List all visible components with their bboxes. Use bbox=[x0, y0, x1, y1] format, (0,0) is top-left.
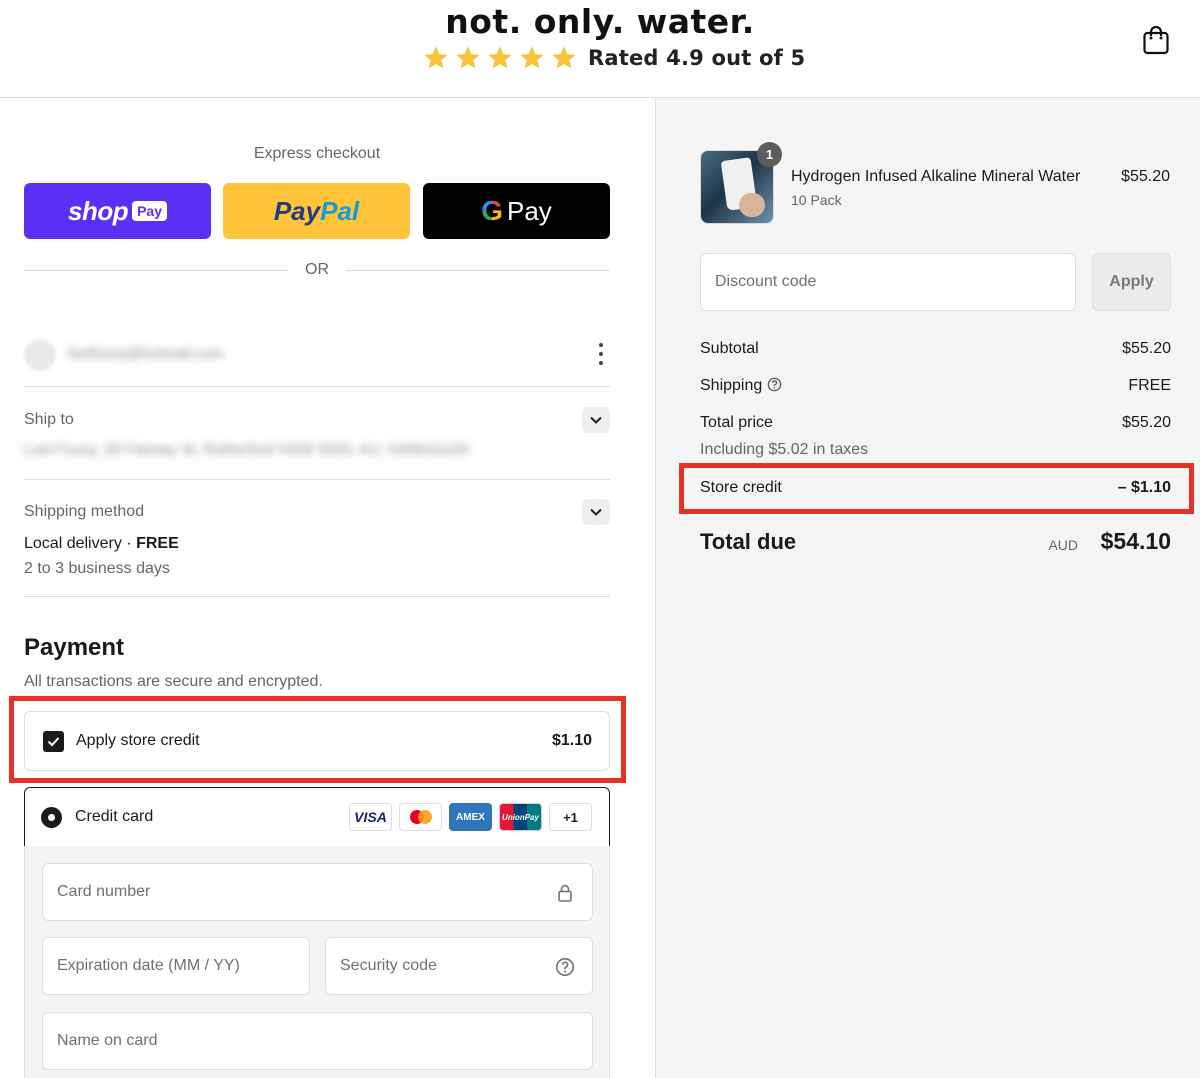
total-due-currency: AUD bbox=[1048, 537, 1078, 553]
lock-icon bbox=[558, 884, 572, 902]
rating-text: Rated 4.9 out of 5 bbox=[588, 46, 806, 70]
store-credit-option[interactable]: Apply store credit $1.10 bbox=[24, 711, 610, 771]
shipping-method-expand-button[interactable] bbox=[582, 499, 610, 525]
help-circle-icon[interactable] bbox=[555, 957, 575, 977]
shipping-address: Last Fuzzy, 28 Fairway St, Rutherford NS… bbox=[24, 441, 470, 458]
expiration-date-field[interactable]: Expiration date (MM / YY) bbox=[42, 937, 310, 995]
card-logos: VISA AMEX UnionPay +1 bbox=[342, 803, 592, 831]
shop-pay-button[interactable]: shop Pay bbox=[24, 183, 211, 239]
payment-subtitle: All transactions are secure and encrypte… bbox=[24, 673, 323, 690]
total-due-label: Total due bbox=[700, 529, 797, 554]
star-icon bbox=[552, 46, 576, 69]
ship-to-label: Ship to bbox=[24, 411, 74, 428]
store-credit-label: Apply store credit bbox=[76, 732, 200, 749]
visa-icon: VISA bbox=[349, 803, 392, 831]
total-price-value: $55.20 bbox=[1122, 414, 1171, 431]
avatar bbox=[24, 339, 56, 371]
ship-to-expand-button[interactable] bbox=[582, 407, 610, 433]
store-credit-summary-label: Store credit bbox=[700, 479, 782, 496]
shipping-method-value: Local delivery · FREE bbox=[24, 535, 179, 552]
subtotal-label: Subtotal bbox=[700, 340, 759, 357]
shop-pay-badge: Pay bbox=[132, 201, 168, 221]
total-due-value: $54.10 bbox=[1100, 528, 1171, 554]
brand-logo[interactable]: not. only. water. bbox=[0, 2, 1200, 41]
payment-title: Payment bbox=[24, 634, 125, 661]
discount-code-input[interactable]: Discount code bbox=[700, 253, 1076, 311]
express-checkout-title: Express checkout bbox=[253, 145, 381, 162]
help-circle-icon[interactable] bbox=[767, 377, 782, 392]
shipping-value: FREE bbox=[1128, 377, 1171, 394]
chevron-down-icon bbox=[590, 416, 602, 424]
apply-discount-button[interactable]: Apply bbox=[1092, 253, 1171, 311]
rating: Rated 4.9 out of 5 bbox=[422, 44, 805, 72]
checkmark-icon bbox=[47, 737, 60, 747]
credit-card-label: Credit card bbox=[75, 808, 154, 825]
shopping-bag-icon[interactable] bbox=[1141, 24, 1171, 56]
shop-pay-logo: shop bbox=[67, 195, 129, 226]
amex-icon: AMEX bbox=[449, 803, 492, 831]
product-variant: 10 Pack bbox=[791, 192, 842, 208]
product-price: $55.20 bbox=[1121, 168, 1170, 185]
ship-to-section: Ship to Last Fuzzy, 28 Fairway St, Ruthe… bbox=[24, 388, 610, 480]
credit-card-option[interactable]: Credit card VISA AMEX UnionPay +1 bbox=[24, 787, 610, 847]
paypal-button[interactable]: PayPal bbox=[223, 183, 410, 239]
shipping-label: Shipping bbox=[700, 377, 763, 394]
taxes-note: Including $5.02 in taxes bbox=[700, 441, 869, 458]
subtotal-value: $55.20 bbox=[1122, 340, 1171, 357]
total-due-row: Total due AUD $54.10 bbox=[700, 527, 1171, 561]
store-credit-amount: $1.10 bbox=[551, 732, 592, 749]
product-name: Hydrogen Infused Alkaline Mineral Water bbox=[791, 168, 1081, 185]
star-icon bbox=[520, 46, 544, 69]
paypal-logo: PayPal bbox=[273, 195, 360, 226]
shipping-method-section: Shipping method Local delivery · FREE 2 … bbox=[24, 481, 610, 597]
more-cards-badge: +1 bbox=[549, 803, 592, 831]
store-credit-row: Store credit – $1.10 bbox=[700, 479, 1171, 497]
store-credit-checkbox[interactable] bbox=[43, 731, 64, 752]
shipping-eta: 2 to 3 business days bbox=[24, 560, 170, 577]
card-number-field[interactable]: Card number bbox=[42, 863, 593, 921]
order-summary: 1 Hydrogen Infused Alkaline Mineral Wate… bbox=[655, 98, 1200, 1078]
account-row: fastfuzzy@hotmail.com bbox=[24, 333, 610, 387]
security-code-field[interactable]: Security code bbox=[325, 937, 593, 995]
or-divider: OR bbox=[24, 260, 610, 280]
unionpay-icon: UnionPay bbox=[499, 803, 542, 831]
or-label: OR bbox=[305, 261, 329, 278]
google-pay-button[interactable]: G Pay bbox=[423, 183, 610, 239]
google-g-icon: G bbox=[481, 195, 503, 226]
store-credit-summary-value: – $1.10 bbox=[1117, 479, 1171, 496]
credit-card-fields: Card number Expiration date (MM / YY) Se… bbox=[24, 846, 610, 1078]
header: not. only. water. Rated 4.9 out of 5 bbox=[0, 0, 1200, 98]
star-icon bbox=[488, 46, 512, 69]
google-pay-logo: G Pay bbox=[481, 195, 552, 226]
mastercard-icon bbox=[399, 803, 442, 831]
quantity-badge: 1 bbox=[757, 142, 782, 167]
credit-card-radio[interactable] bbox=[41, 807, 62, 828]
total-price-row: Total price $55.20 bbox=[700, 414, 1171, 432]
account-email: fastfuzzy@hotmail.com bbox=[68, 345, 224, 362]
name-on-card-field[interactable]: Name on card bbox=[42, 1012, 593, 1070]
star-icon bbox=[424, 46, 448, 69]
subtotal-row: Subtotal $55.20 bbox=[700, 340, 1171, 358]
shipping-row: Shipping FREE bbox=[700, 377, 1171, 395]
total-price-label: Total price bbox=[700, 414, 773, 431]
shipping-method-label: Shipping method bbox=[24, 503, 145, 520]
more-vertical-icon[interactable] bbox=[596, 343, 606, 365]
star-icon bbox=[456, 46, 480, 69]
chevron-down-icon bbox=[590, 508, 602, 516]
checkout-form: Express checkout shop Pay PayPal G Pay OR… bbox=[0, 98, 655, 1078]
